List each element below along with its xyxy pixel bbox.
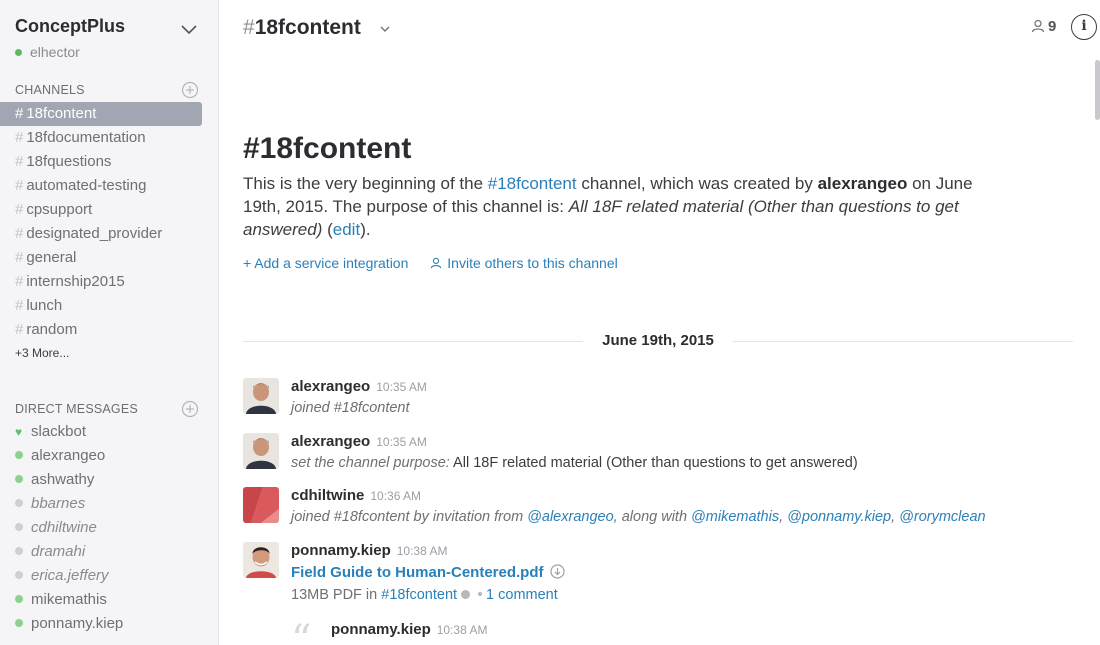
- scrollbar-thumb[interactable]: [1095, 60, 1100, 120]
- avatar[interactable]: [243, 487, 279, 523]
- mention-link[interactable]: @ponnamy.kiep: [787, 509, 891, 525]
- more-channels-link[interactable]: +3 More...: [15, 346, 69, 360]
- message-sender[interactable]: alexrangeo 10:35 AM: [291, 378, 427, 395]
- sidebar-item-cpsupport[interactable]: # cpsupport: [0, 198, 202, 222]
- chevron-down-icon[interactable]: [180, 24, 198, 36]
- sidebar-item-cdhiltwine[interactable]: cdhiltwine: [0, 516, 218, 540]
- intro-text: This is the very beginning of the #18fco…: [243, 174, 973, 239]
- sidebar-item-slackbot[interactable]: ♥ slackbot: [0, 420, 218, 444]
- message: ponnamy.kiep 10:38 AM Field Guide to Huma…: [243, 542, 1073, 612]
- message: alexrangeo 10:35 AM joined #18fcontent: [243, 378, 1073, 418]
- channel-header: #18fcontent 9 i: [219, 0, 1100, 58]
- intro-title: #18fcontent: [243, 132, 412, 165]
- add-channel-icon[interactable]: [181, 81, 199, 99]
- file-meta: 13MB PDF in #18fcontent 1 comment: [291, 587, 558, 603]
- sidebar-item-general[interactable]: # general: [0, 246, 202, 270]
- presence-icon: [15, 619, 23, 627]
- comment-sender[interactable]: ponnamy.kiep 10:38 AM: [331, 621, 487, 638]
- team-name[interactable]: ConceptPlus: [15, 16, 125, 37]
- mention-link[interactable]: @alexrangeo: [527, 509, 613, 525]
- sidebar-item-erica-jeffery[interactable]: erica.jeffery: [0, 564, 218, 588]
- presence-icon: [15, 547, 23, 555]
- file-link[interactable]: Field Guide to Human-Centered.pdf: [291, 564, 565, 581]
- message-sender[interactable]: ponnamy.kiep 10:38 AM: [291, 542, 447, 559]
- sidebar: ConceptPlus elhector CHANNELS #18fconten…: [0, 0, 219, 645]
- sidebar-item-mikemathis[interactable]: mikemathis: [0, 588, 218, 612]
- scrollbar[interactable]: [1094, 58, 1100, 645]
- message: alexrangeo 10:35 AM set the channel purpo…: [243, 433, 1073, 473]
- avatar[interactable]: [243, 378, 279, 414]
- intro-actions: + Add a service integration Invite other…: [243, 255, 618, 271]
- add-integration-link[interactable]: + Add a service integration: [243, 255, 408, 271]
- separator-dot: [478, 592, 483, 596]
- comments-link[interactable]: 1 comment: [486, 587, 558, 603]
- presence-icon: [15, 499, 23, 507]
- sidebar-item-lunch[interactable]: # lunch: [0, 294, 202, 318]
- sidebar-item-18fcontent[interactable]: #18fcontent: [0, 102, 202, 126]
- sidebar-item-random[interactable]: # random: [0, 318, 202, 342]
- sidebar-item-18fdocumentation[interactable]: #18fdocumentation: [0, 126, 202, 150]
- message-time: 10:35 AM: [376, 435, 427, 449]
- message-body: set the channel purpose: All 18F related…: [291, 455, 858, 471]
- presence-icon: [15, 595, 23, 603]
- mention-link[interactable]: @rorymclean: [899, 509, 985, 525]
- sidebar-item-ashwathy[interactable]: ashwathy: [0, 468, 218, 492]
- current-user[interactable]: elhector: [15, 44, 80, 60]
- sidebar-item-automated-testing[interactable]: # automated-testing: [0, 174, 202, 198]
- sidebar-item-internship2015[interactable]: # internship2015: [0, 270, 202, 294]
- share-icon[interactable]: [461, 590, 471, 599]
- message-time: 10:38 AM: [396, 544, 448, 558]
- channel-title[interactable]: #18fcontent: [243, 16, 361, 40]
- sidebar-item-18fquestions[interactable]: #18fquestions: [0, 150, 202, 174]
- sidebar-item-dramahi[interactable]: dramahi: [0, 540, 218, 564]
- info-icon[interactable]: i: [1071, 14, 1097, 40]
- presence-icon: [15, 571, 23, 579]
- add-dm-icon[interactable]: [181, 400, 199, 418]
- presence-icon: [15, 49, 22, 56]
- message: cdhiltwine 10:36 AM joined #18fcontent by…: [243, 487, 1073, 527]
- invite-link[interactable]: Invite others to this channel: [430, 255, 618, 271]
- presence-icon: [15, 475, 23, 483]
- chevron-down-icon[interactable]: [380, 26, 390, 33]
- message-time: 10:38 AM: [436, 623, 488, 637]
- message-sender[interactable]: alexrangeo 10:35 AM: [291, 433, 427, 450]
- member-count-button[interactable]: 9: [1031, 18, 1056, 35]
- sidebar-item-bbarnes[interactable]: bbarnes: [0, 492, 218, 516]
- sidebar-item-ponnamy-kiep[interactable]: ponnamy.kiep: [0, 612, 218, 636]
- sidebar-item-designated-provider[interactable]: # designated_provider: [0, 222, 202, 246]
- message-body: joined #18fcontent: [291, 400, 410, 416]
- message-time: 10:35 AM: [376, 380, 427, 394]
- channel-list: #18fcontent #18fdocumentation #18fquesti…: [0, 102, 218, 342]
- channel-link[interactable]: #18fcontent: [488, 174, 577, 193]
- sidebar-item-alexrangeo[interactable]: alexrangeo: [0, 444, 218, 468]
- channels-title[interactable]: CHANNELS: [15, 83, 85, 97]
- channel-link[interactable]: #18fcontent: [381, 587, 457, 603]
- mention-link[interactable]: @mikemathis: [691, 509, 779, 525]
- creator-link[interactable]: alexrangeo: [818, 174, 908, 193]
- avatar[interactable]: [243, 433, 279, 469]
- avatar[interactable]: [243, 542, 279, 578]
- person-icon: [1031, 19, 1045, 33]
- edit-purpose-link[interactable]: edit: [333, 220, 360, 239]
- person-icon: [431, 257, 442, 269]
- direct-messages-title[interactable]: DIRECT MESSAGES: [15, 402, 138, 416]
- date-divider: June 19th, 2015: [243, 330, 1073, 352]
- quote-icon: “: [291, 617, 312, 645]
- message-pane: #18fcontent This is the very beginning o…: [219, 58, 1094, 645]
- message-sender[interactable]: cdhiltwine 10:36 AM: [291, 487, 421, 504]
- presence-icon: [15, 523, 23, 531]
- message-time: 10:36 AM: [370, 489, 422, 503]
- download-icon[interactable]: [549, 564, 565, 579]
- heart-icon: ♥: [15, 425, 23, 439]
- dm-list: ♥ slackbot alexrangeo ashwathy bbarnes cd…: [0, 420, 218, 636]
- presence-icon: [15, 451, 23, 459]
- message-body: joined #18fcontent by invitation from @a…: [291, 509, 986, 525]
